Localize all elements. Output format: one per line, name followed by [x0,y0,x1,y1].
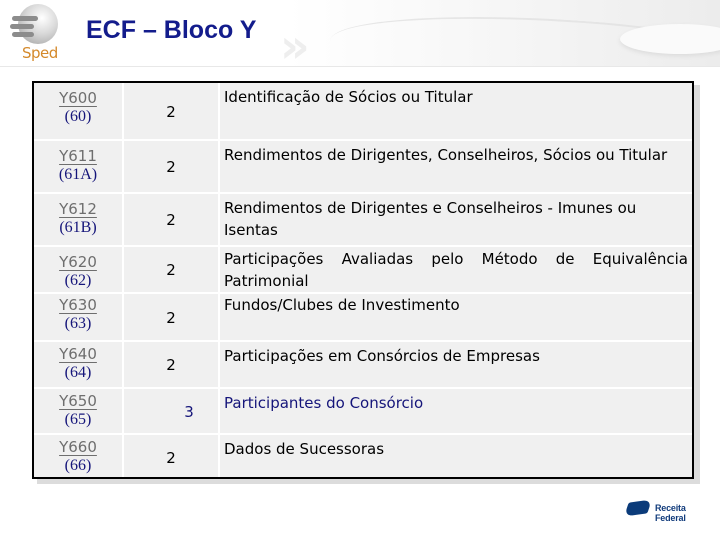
receita-federal-logo: Receita Federal [624,498,715,523]
code-cell: Y640 (64) [34,340,124,389]
code-cell: Y620 (62) [34,245,124,294]
sped-logo-text: Sped [22,44,58,62]
record-description: Participantes do Consórcio [224,394,424,412]
record-level: 2 [166,449,176,467]
receita-federal-icon [624,499,652,517]
records-table: Y600 (60) 2 Identificação de Sócios ou T… [32,81,694,479]
description-cell: Dados de Sucessoras [218,433,692,477]
record-description: Identificação de Sócios ou Titular [224,88,473,106]
record-description: Rendimentos de Dirigentes, Conselheiros,… [224,146,668,164]
record-level: 2 [166,356,176,374]
code-cell: Y612 (61B) [34,192,124,247]
level-cell: 2 [122,433,220,477]
description-cell: Participantes do Consórcio [218,387,692,435]
code-cell: Y611 (61A) [34,139,124,194]
code-cell: Y630 (63) [34,292,124,342]
record-subcode: (62) [64,272,92,289]
record-code-link[interactable]: Y612 [34,200,122,218]
chevron-decoration-icon: » [280,19,310,67]
record-subcode: (66) [64,457,92,474]
table-row: Y600 (60) 2 Identificação de Sócios ou T… [34,83,692,141]
description-cell: Rendimentos de Dirigentes e Conselheiros… [218,192,692,247]
record-description: Fundos/Clubes de Investimento [224,296,460,314]
record-level: 3 [184,402,194,421]
record-description: Dados de Sucessoras [224,440,385,458]
globe-band [12,16,38,21]
level-cell: 2 [122,192,220,247]
record-description: Rendimentos de Dirigentes e Conselheiros… [224,199,637,239]
record-subcode: (61B) [59,219,97,236]
code-cell: Y660 (66) [34,433,124,477]
record-level: 2 [166,102,176,121]
record-subcode: (61A) [58,166,98,183]
record-level: 2 [166,308,176,327]
record-subcode: (64) [64,364,92,381]
description-cell: Participações em Consórcios de Empresas [218,340,692,389]
table-row: Y640 (64) 2 Participações em Consórcios … [34,340,692,389]
description-cell: Participações Avaliadas pelo Método de E… [218,245,692,294]
record-code-link[interactable]: Y630 [34,296,122,314]
table-row: Y620 (62) 2 Participações Avaliadas pelo… [34,245,692,294]
table-row: Y612 (61B) 2 Rendimentos de Dirigentes e… [34,192,692,247]
description-cell: Identificação de Sócios ou Titular [218,83,692,141]
page-title: ECF – Bloco Y [86,16,257,44]
globe-band [10,24,34,29]
description-cell: Fundos/Clubes de Investimento [218,292,692,342]
slide-header: » Sped ECF – Bloco Y [0,0,720,67]
record-description: Participações Avaliadas pelo Método de E… [224,250,688,290]
level-cell: 2 [122,139,220,194]
level-cell: 2 [122,292,220,342]
globe-band [12,32,34,37]
table-row: Y660 (66) 2 Dados de Sucessoras [34,433,692,477]
record-subcode: (60) [64,108,92,125]
level-cell: 2 [122,83,220,141]
record-level: 2 [166,158,176,176]
sped-logo: Sped [10,4,60,62]
record-code-link[interactable]: Y611 [34,147,122,165]
record-code-link[interactable]: Y620 [34,253,122,271]
record-level: 2 [166,261,176,279]
record-description: Participações em Consórcios de Empresas [224,347,540,365]
code-cell: Y600 (60) [34,83,124,141]
record-code-link[interactable]: Y660 [34,438,122,456]
level-cell: 3 [122,387,220,435]
record-level: 2 [166,211,176,229]
table-row: Y650 (65) 3 Participantes do Consórcio [34,387,692,435]
record-code-link[interactable]: Y600 [34,89,122,107]
record-subcode: (63) [64,315,92,332]
code-cell: Y650 (65) [34,387,124,435]
record-code-link[interactable]: Y640 [34,345,122,363]
table-row: Y630 (63) 2 Fundos/Clubes de Investiment… [34,292,692,342]
level-cell: 2 [122,340,220,389]
receita-federal-text: Receita Federal [655,503,686,523]
record-subcode: (65) [64,411,92,428]
record-code-link[interactable]: Y650 [34,392,122,410]
level-cell: 2 [122,245,220,294]
table-row: Y611 (61A) 2 Rendimentos de Dirigentes, … [34,139,692,194]
description-cell: Rendimentos de Dirigentes, Conselheiros,… [218,139,692,194]
